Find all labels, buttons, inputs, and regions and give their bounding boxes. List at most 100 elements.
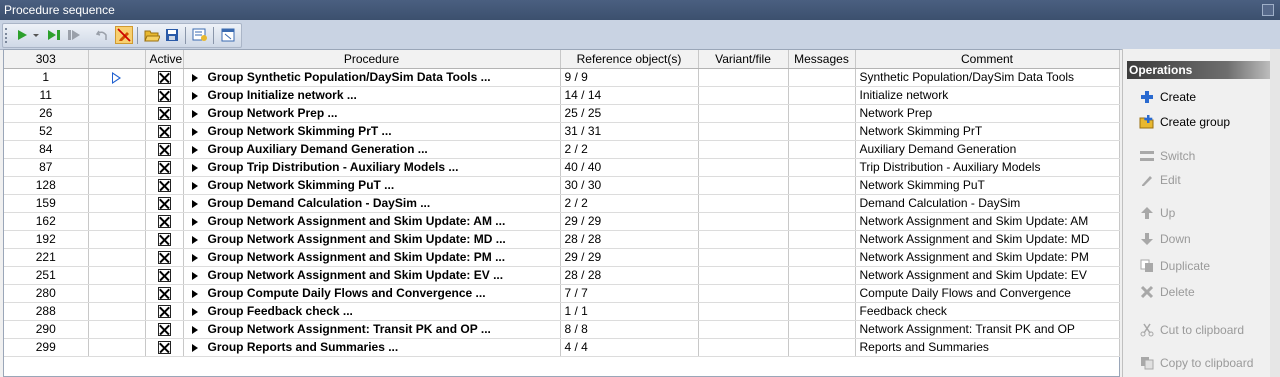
active-checkbox[interactable] bbox=[157, 305, 171, 319]
properties-icon[interactable] bbox=[191, 26, 209, 44]
active-cell[interactable] bbox=[145, 266, 184, 285]
row-number[interactable]: 128 bbox=[4, 176, 89, 195]
table-row[interactable]: 299 Group Reports and Summaries ... 4 / 4 R… bbox=[4, 338, 1120, 357]
reference-cell[interactable]: 31 / 31 bbox=[560, 122, 699, 141]
operation-edit-button[interactable]: Edit bbox=[1139, 170, 1181, 190]
messages-cell[interactable] bbox=[788, 68, 856, 87]
active-checkbox[interactable] bbox=[157, 269, 171, 283]
messages-cell[interactable] bbox=[788, 104, 856, 123]
reference-cell[interactable]: 9 / 9 bbox=[560, 68, 699, 87]
expand-arrow-icon[interactable] bbox=[191, 181, 198, 190]
reference-cell[interactable]: 25 / 25 bbox=[560, 104, 699, 123]
row-number[interactable]: 52 bbox=[4, 122, 89, 141]
messages-cell[interactable] bbox=[788, 122, 856, 141]
comment-cell[interactable]: Network Assignment: Transit PK and OP bbox=[855, 320, 1120, 339]
run-dropdown-icon[interactable] bbox=[31, 26, 41, 44]
messages-cell[interactable] bbox=[788, 140, 856, 159]
operation-switch-button[interactable]: Switch bbox=[1139, 146, 1195, 166]
reference-cell[interactable]: 2 / 2 bbox=[560, 194, 699, 213]
row-number[interactable]: 87 bbox=[4, 158, 89, 177]
row-number[interactable]: 192 bbox=[4, 230, 89, 249]
procedure-cell[interactable]: Group Synthetic Population/DaySim Data T… bbox=[183, 68, 561, 87]
expand-arrow-icon[interactable] bbox=[191, 307, 198, 316]
column-header-comment[interactable]: Comment bbox=[855, 50, 1120, 69]
expand-arrow-icon[interactable] bbox=[191, 343, 198, 352]
variant-cell[interactable] bbox=[698, 194, 789, 213]
active-cell[interactable] bbox=[145, 122, 184, 141]
expand-arrow-icon[interactable] bbox=[191, 127, 198, 136]
active-checkbox[interactable] bbox=[157, 125, 171, 139]
table-row[interactable]: 1 Group Synthetic Population/DaySim Data … bbox=[4, 68, 1120, 87]
row-number[interactable]: 84 bbox=[4, 140, 89, 159]
expand-arrow-icon[interactable] bbox=[191, 271, 198, 280]
procedure-cell[interactable]: Group Network Assignment and Skim Update… bbox=[183, 212, 561, 231]
undo-icon[interactable] bbox=[93, 26, 111, 44]
table-row[interactable]: 221 Group Network Assignment and Skim Upd… bbox=[4, 248, 1120, 267]
operation-down-button[interactable]: Down bbox=[1139, 229, 1191, 249]
active-cell[interactable] bbox=[145, 140, 184, 159]
table-row[interactable]: 192 Group Network Assignment and Skim Upd… bbox=[4, 230, 1120, 249]
active-cell[interactable] bbox=[145, 302, 184, 321]
toolbar-grip[interactable] bbox=[5, 28, 10, 43]
messages-cell[interactable] bbox=[788, 212, 856, 231]
comment-cell[interactable]: Auxiliary Demand Generation bbox=[855, 140, 1120, 159]
row-number[interactable]: 280 bbox=[4, 284, 89, 303]
variant-cell[interactable] bbox=[698, 140, 789, 159]
row-number[interactable]: 162 bbox=[4, 212, 89, 231]
table-row[interactable]: 52 Group Network Skimming PrT ... 31 / 31 N… bbox=[4, 122, 1120, 141]
column-header-number[interactable]: 303 bbox=[4, 50, 89, 69]
messages-cell[interactable] bbox=[788, 266, 856, 285]
pin-icon[interactable] bbox=[1262, 4, 1274, 16]
active-checkbox[interactable] bbox=[157, 89, 171, 103]
variant-cell[interactable] bbox=[698, 86, 789, 105]
expand-arrow-icon[interactable] bbox=[191, 109, 198, 118]
active-checkbox[interactable] bbox=[157, 143, 171, 157]
variant-cell[interactable] bbox=[698, 338, 789, 357]
table-row[interactable]: 288 Group Feedback check ... 1 / 1 Feedback… bbox=[4, 302, 1120, 321]
comment-cell[interactable]: Network Assignment and Skim Update: MD bbox=[855, 230, 1120, 249]
run-icon[interactable] bbox=[13, 26, 31, 44]
row-number[interactable]: 159 bbox=[4, 194, 89, 213]
table-row[interactable]: 26 Group Network Prep ... 25 / 25 Network P… bbox=[4, 104, 1120, 123]
reference-cell[interactable]: 29 / 29 bbox=[560, 212, 699, 231]
reference-cell[interactable]: 40 / 40 bbox=[560, 158, 699, 177]
comment-cell[interactable]: Network Assignment and Skim Update: PM bbox=[855, 248, 1120, 267]
messages-cell[interactable] bbox=[788, 176, 856, 195]
messages-cell[interactable] bbox=[788, 230, 856, 249]
comment-cell[interactable]: Network Skimming PuT bbox=[855, 176, 1120, 195]
operations-scrollbar[interactable] bbox=[1270, 49, 1280, 377]
active-cell[interactable] bbox=[145, 284, 184, 303]
operation-copy-to-clipboard-button[interactable]: Copy to clipboard bbox=[1139, 353, 1253, 373]
procedure-cell[interactable]: Group Feedback check ... bbox=[183, 302, 561, 321]
expand-arrow-icon[interactable] bbox=[191, 73, 198, 82]
active-cell[interactable] bbox=[145, 104, 184, 123]
active-cell[interactable] bbox=[145, 230, 184, 249]
variant-cell[interactable] bbox=[698, 284, 789, 303]
procedure-cell[interactable]: Group Demand Calculation - DaySim ... bbox=[183, 194, 561, 213]
column-header-active[interactable]: Active bbox=[145, 50, 184, 69]
reference-cell[interactable]: 2 / 2 bbox=[560, 140, 699, 159]
comment-cell[interactable]: Demand Calculation - DaySim bbox=[855, 194, 1120, 213]
column-header-marker[interactable] bbox=[88, 50, 146, 69]
comment-cell[interactable]: Reports and Summaries bbox=[855, 338, 1120, 357]
table-row[interactable]: 162 Group Network Assignment and Skim Upd… bbox=[4, 212, 1120, 231]
row-number[interactable]: 1 bbox=[4, 68, 89, 87]
variant-cell[interactable] bbox=[698, 104, 789, 123]
column-header-procedure[interactable]: Procedure bbox=[183, 50, 561, 69]
procedure-cell[interactable]: Group Auxiliary Demand Generation ... bbox=[183, 140, 561, 159]
column-header-variant[interactable]: Variant/file bbox=[698, 50, 789, 69]
messages-cell[interactable] bbox=[788, 338, 856, 357]
active-checkbox[interactable] bbox=[157, 179, 171, 193]
table-row[interactable]: 11 Group Initialize network ... 14 / 14 Ini… bbox=[4, 86, 1120, 105]
active-cell[interactable] bbox=[145, 212, 184, 231]
procedure-cell[interactable]: Group Network Skimming PuT ... bbox=[183, 176, 561, 195]
active-checkbox[interactable] bbox=[157, 341, 171, 355]
active-checkbox[interactable] bbox=[157, 287, 171, 301]
variant-cell[interactable] bbox=[698, 266, 789, 285]
expand-arrow-icon[interactable] bbox=[191, 145, 198, 154]
variant-cell[interactable] bbox=[698, 122, 789, 141]
messages-cell[interactable] bbox=[788, 284, 856, 303]
expand-arrow-icon[interactable] bbox=[191, 217, 198, 226]
comment-cell[interactable]: Trip Distribution - Auxiliary Models bbox=[855, 158, 1120, 177]
variant-cell[interactable] bbox=[698, 248, 789, 267]
